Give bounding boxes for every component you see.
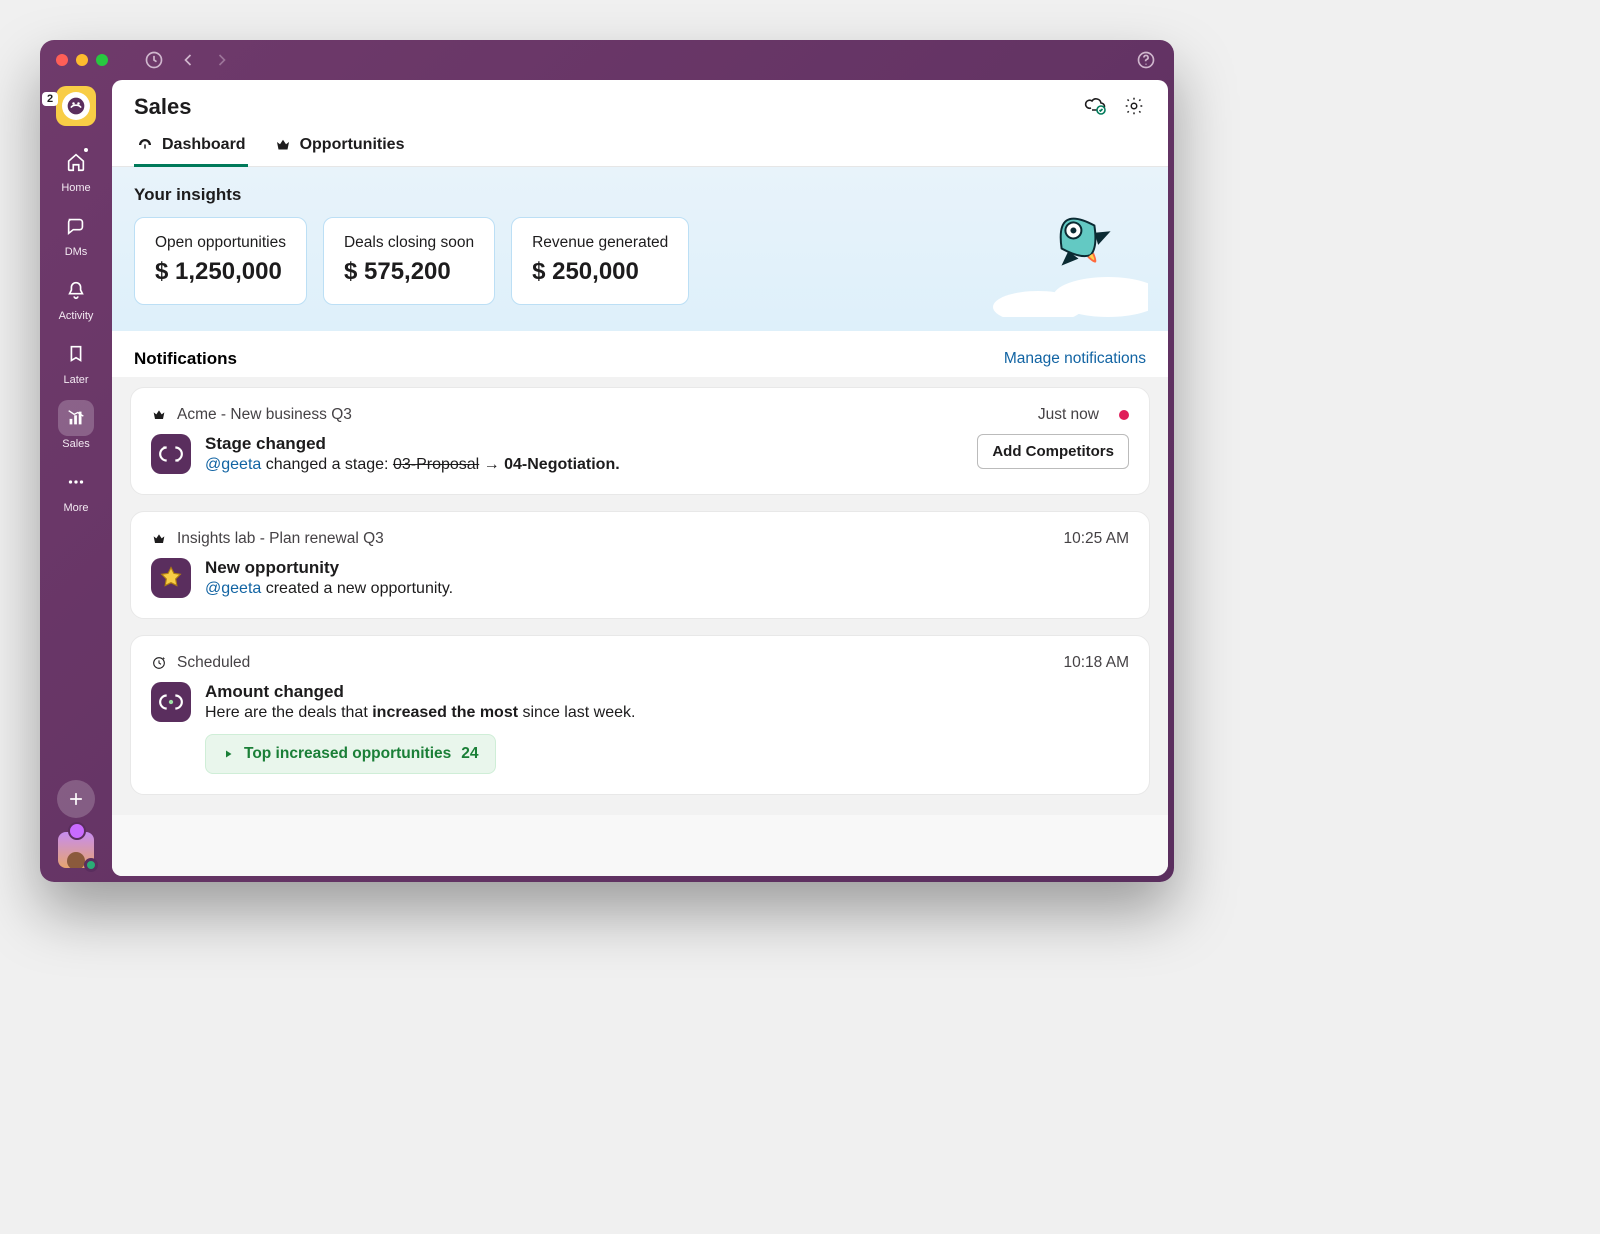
user-avatar[interactable] <box>58 832 94 868</box>
sidebar-item-label: More <box>63 502 88 514</box>
sidebar-item-sales[interactable]: Sales <box>46 394 106 454</box>
tab-dashboard[interactable]: Dashboard <box>134 132 248 167</box>
sidebar-item-label: Sales <box>62 438 90 450</box>
dashboard-icon <box>136 136 154 154</box>
crown-icon <box>151 531 167 547</box>
user-mention[interactable]: @geeta <box>205 456 261 473</box>
sidebar-item-label: Activity <box>59 310 94 322</box>
notification-text: @geeta changed a stage: 03-Proposal → 04… <box>205 456 963 474</box>
close-window-button[interactable] <box>56 54 68 66</box>
workspace-unread-badge: 2 <box>42 92 58 106</box>
rocket-illustration-icon <box>988 177 1148 317</box>
tab-label: Dashboard <box>162 136 246 154</box>
notification-title: Amount changed <box>205 682 1129 702</box>
notification-timestamp: Just now <box>1038 406 1099 424</box>
app-window: 2 Home DMs <box>40 40 1174 882</box>
create-new-button[interactable] <box>57 780 95 818</box>
card-label: Revenue generated <box>532 234 668 252</box>
card-value: $ 1,250,000 <box>155 258 286 286</box>
crown-icon <box>151 407 167 423</box>
notifications-list: Acme - New business Q3 Just now Stage ch… <box>112 377 1168 815</box>
insight-card-open-opportunities[interactable]: Open opportunities $ 1,250,000 <box>134 217 307 305</box>
notification-timestamp: 10:25 AM <box>1064 530 1130 548</box>
notification-text: @geeta created a new opportunity. <box>205 580 1129 598</box>
salesforce-sync-icon[interactable] <box>1084 94 1108 118</box>
sidebar-item-label: Home <box>61 182 90 194</box>
sidebar-item-activity[interactable]: Activity <box>46 266 106 326</box>
help-icon[interactable] <box>1134 48 1158 72</box>
notifications-heading: Notifications <box>134 349 237 369</box>
app-avatar-icon <box>151 434 191 474</box>
pill-label: Top increased opportunities <box>244 745 451 763</box>
sidebar-item-label: Later <box>63 374 88 386</box>
notification-title: New opportunity <box>205 558 1129 578</box>
notification-source: Insights lab - Plan renewal Q3 <box>177 530 384 548</box>
card-label: Open opportunities <box>155 234 286 252</box>
card-value: $ 575,200 <box>344 258 474 286</box>
app-avatar-icon <box>151 682 191 722</box>
unread-dot-icon <box>1119 410 1129 420</box>
app-avatar-icon <box>151 558 191 598</box>
traffic-lights <box>56 54 108 66</box>
notification-item[interactable]: Insights lab - Plan renewal Q3 10:25 AM … <box>130 511 1150 619</box>
notifications-header: Notifications Manage notifications <box>112 331 1168 377</box>
tab-label: Opportunities <box>300 136 405 154</box>
add-competitors-button[interactable]: Add Competitors <box>977 434 1129 469</box>
insight-card-revenue[interactable]: Revenue generated $ 250,000 <box>511 217 689 305</box>
maximize-window-button[interactable] <box>96 54 108 66</box>
notification-item[interactable]: Acme - New business Q3 Just now Stage ch… <box>130 387 1150 495</box>
history-icon[interactable] <box>142 48 166 72</box>
insights-section: Your insights Open opportunities $ 1,250… <box>112 167 1168 331</box>
pill-count: 24 <box>461 745 478 763</box>
scheduled-icon <box>151 655 167 671</box>
minimize-window-button[interactable] <box>76 54 88 66</box>
notification-item[interactable]: Scheduled 10:18 AM Amount changed Here a… <box>130 635 1150 795</box>
sidebar-item-home[interactable]: Home <box>46 138 106 198</box>
notification-text: Here are the deals that increased the mo… <box>205 704 1129 722</box>
tabs: Dashboard Opportunities <box>112 120 1168 167</box>
tab-opportunities[interactable]: Opportunities <box>272 132 407 167</box>
titlebar <box>40 40 1174 80</box>
workspace-switcher[interactable]: 2 <box>56 86 96 126</box>
sidebar-item-later[interactable]: Later <box>46 330 106 390</box>
main-panel: Sales Dashboard <box>112 80 1168 876</box>
notification-title: Stage changed <box>205 434 963 454</box>
notification-timestamp: 10:18 AM <box>1064 654 1130 672</box>
nav-back-button[interactable] <box>176 48 200 72</box>
play-icon <box>222 748 234 760</box>
sidebar-item-label: DMs <box>65 246 88 258</box>
card-label: Deals closing soon <box>344 234 474 252</box>
crown-icon <box>274 136 292 154</box>
workspace-sidebar: 2 Home DMs <box>40 80 112 882</box>
notification-source: Scheduled <box>177 654 250 672</box>
sidebar-item-dms[interactable]: DMs <box>46 202 106 262</box>
top-increased-opportunities-button[interactable]: Top increased opportunities 24 <box>205 734 496 774</box>
nav-forward-button[interactable] <box>210 48 234 72</box>
page-title: Sales <box>134 94 192 120</box>
presence-indicator-icon <box>84 858 98 872</box>
card-value: $ 250,000 <box>532 258 668 286</box>
insight-card-deals-closing[interactable]: Deals closing soon $ 575,200 <box>323 217 495 305</box>
unread-dot-icon <box>82 146 90 154</box>
notification-source: Acme - New business Q3 <box>177 406 352 424</box>
sidebar-item-more[interactable]: More <box>46 458 106 518</box>
user-mention[interactable]: @geeta <box>205 580 261 597</box>
status-emoji-icon <box>68 822 86 840</box>
settings-icon[interactable] <box>1122 94 1146 118</box>
manage-notifications-link[interactable]: Manage notifications <box>1004 350 1146 368</box>
